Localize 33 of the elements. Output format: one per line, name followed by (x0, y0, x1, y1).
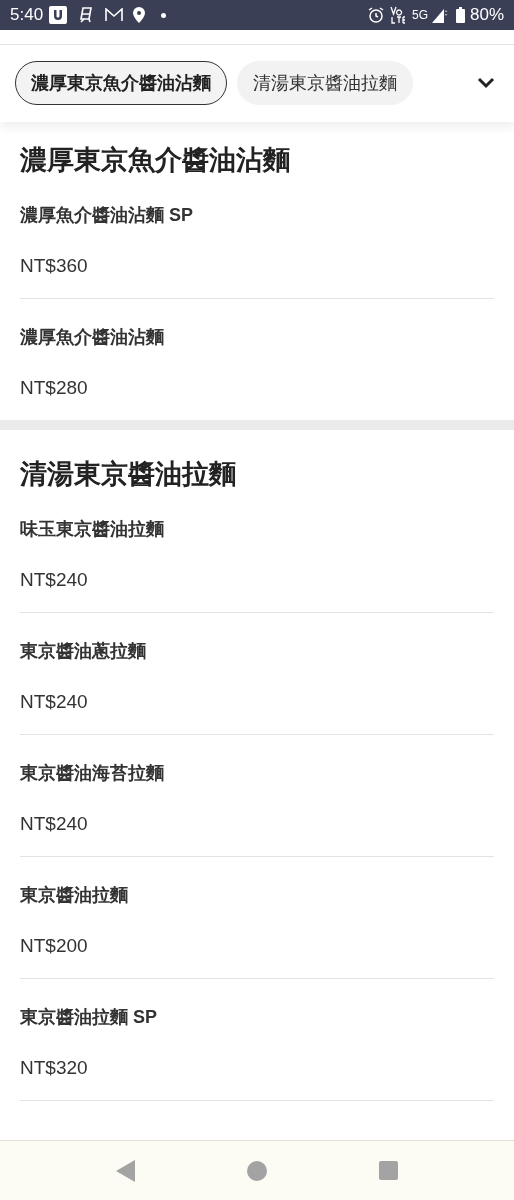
price: NT$320 (20, 1056, 89, 1080)
price: NT$240 (20, 568, 89, 592)
network-type: 5G (411, 7, 428, 24)
price: NT$280 (20, 376, 89, 400)
dish-name[interactable]: 東京醬油蔥拉麵 (20, 639, 146, 663)
dish-name[interactable]: 東京醬油拉麵 (20, 883, 128, 907)
recents-button[interactable] (379, 1161, 399, 1180)
mail-icon (105, 8, 124, 22)
price: NT$360 (20, 254, 89, 278)
dish-name[interactable]: 味玉東京醬油拉麵 (20, 517, 164, 541)
battery-icon (455, 7, 465, 23)
battery-level: 80% (469, 4, 504, 27)
price: NT$200 (20, 934, 89, 958)
app-icon (49, 6, 68, 24)
dot-icon (161, 12, 167, 18)
dish-name[interactable]: 東京醬油拉麵 SP (20, 1005, 157, 1029)
home-button[interactable] (247, 1160, 268, 1181)
category-tab[interactable]: 濃厚東京魚介醬油沾麵 (15, 61, 227, 105)
price: NT$240 (20, 812, 89, 836)
signal-icon (429, 7, 448, 23)
dish-name[interactable]: 濃厚魚介醬油沾麵 SP (20, 203, 193, 227)
dish-name[interactable]: 濃厚魚介醬油沾麵 (20, 325, 164, 349)
location-icon (133, 7, 146, 23)
category-tab[interactable]: 清湯東京醬油拉麵 (237, 61, 413, 105)
back-button[interactable] (115, 1159, 136, 1182)
volte-icon (389, 6, 406, 24)
alarm-icon (367, 7, 384, 23)
dish-name[interactable]: 東京醬油海苔拉麵 (20, 761, 164, 785)
section-title: 清湯東京醬油拉麵 (20, 458, 237, 491)
price: NT$240 (20, 690, 89, 714)
clock: 5:40 (10, 4, 44, 27)
section-title: 濃厚東京魚介醬油沾麵 (20, 144, 291, 177)
chevron-down-icon (477, 77, 495, 89)
